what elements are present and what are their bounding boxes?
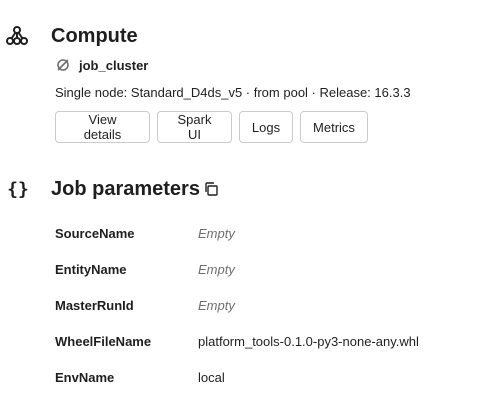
param-key: MasterRunId bbox=[55, 297, 134, 313]
job-parameters-list: SourceName Empty EntityName Empty Master… bbox=[55, 215, 419, 395]
view-details-button[interactable]: View details bbox=[55, 111, 150, 143]
copy-icon[interactable] bbox=[204, 182, 218, 196]
param-value: Empty bbox=[198, 297, 235, 313]
cluster-hierarchy-icon bbox=[6, 25, 28, 47]
spark-ui-button[interactable]: Spark UI bbox=[157, 111, 232, 143]
param-key: WheelFileName bbox=[55, 333, 152, 349]
cluster-off-icon bbox=[55, 57, 71, 73]
compute-title: Compute bbox=[51, 25, 138, 47]
param-row: WheelFileName platform_tools-0.1.0-py3-n… bbox=[55, 323, 419, 359]
param-row: SourceName Empty bbox=[55, 215, 419, 251]
metrics-button[interactable]: Metrics bbox=[300, 111, 368, 143]
param-row: MasterRunId Empty bbox=[55, 287, 419, 323]
cluster-name-link[interactable]: job_cluster bbox=[79, 58, 148, 73]
param-row: EntityName Empty bbox=[55, 251, 419, 287]
cluster-description: Single node: Standard_D4ds_v5 · from poo… bbox=[55, 85, 411, 100]
logs-button[interactable]: Logs bbox=[239, 111, 293, 143]
param-value: platform_tools-0.1.0-py3-none-any.whl bbox=[198, 333, 419, 349]
param-key: EnvName bbox=[55, 369, 115, 385]
curly-braces-icon: {} bbox=[7, 178, 29, 200]
compute-actions: View details Spark UI Logs Metrics bbox=[55, 111, 368, 143]
cluster-row: job_cluster bbox=[55, 56, 148, 74]
param-key: SourceName bbox=[55, 225, 135, 241]
param-value: local bbox=[198, 369, 225, 385]
param-key: EntityName bbox=[55, 261, 127, 277]
param-value: Empty bbox=[198, 225, 235, 241]
param-value: Empty bbox=[198, 261, 235, 277]
job-parameters-title: Job parameters bbox=[51, 178, 200, 200]
param-row: EnvName local bbox=[55, 359, 419, 395]
